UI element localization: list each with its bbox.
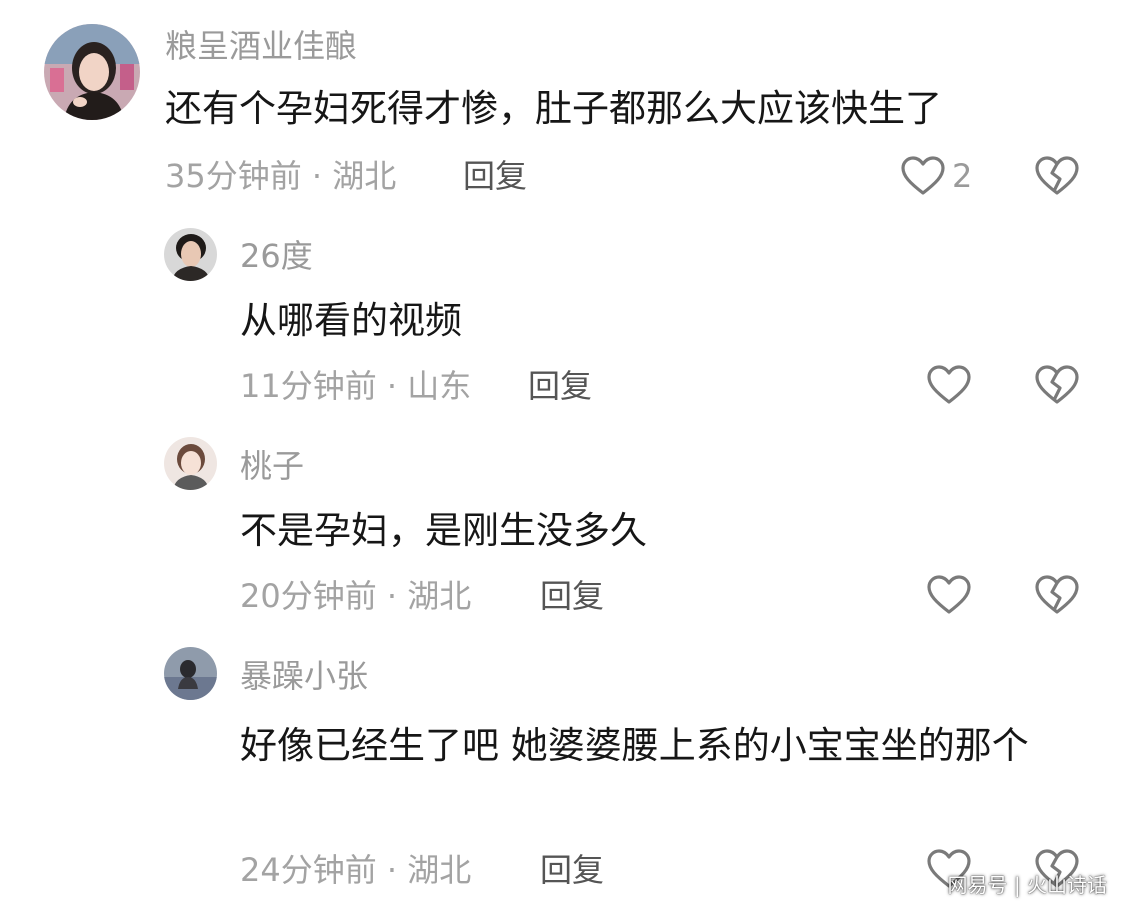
heart-outline-icon[interactable] xyxy=(926,364,972,406)
reply-button[interactable]: 回复 xyxy=(540,576,604,616)
avatar[interactable] xyxy=(164,228,217,281)
username[interactable]: 26度 xyxy=(240,236,313,276)
username[interactable]: 桃子 xyxy=(240,446,304,486)
broken-heart-icon[interactable] xyxy=(1034,155,1080,197)
broken-heart-icon[interactable] xyxy=(1034,364,1080,406)
comment-meta: 24分钟前 · 湖北 xyxy=(240,851,472,889)
comment-meta: 20分钟前 · 湖北 xyxy=(240,577,472,615)
reply-button[interactable]: 回复 xyxy=(463,156,527,196)
reply-button[interactable]: 回复 xyxy=(528,366,592,406)
comment-text: 还有个孕妇死得才惨，肚子都那么大应该快生了 xyxy=(165,87,942,130)
comment-meta: 11分钟前 · 山东 xyxy=(240,367,472,405)
heart-outline-icon[interactable] xyxy=(926,574,972,616)
comment-text: 好像已经生了吧 她婆婆腰上系的小宝宝坐的那个 xyxy=(240,724,1029,767)
username[interactable]: 暴躁小张 xyxy=(240,656,368,696)
comment-meta: 35分钟前 · 湖北 xyxy=(165,157,397,195)
avatar[interactable] xyxy=(44,24,140,120)
avatar[interactable] xyxy=(164,647,217,700)
heart-outline-icon[interactable] xyxy=(900,155,946,197)
watermark: 网易号 | 火山诗话 xyxy=(947,873,1107,897)
avatar[interactable] xyxy=(164,437,217,490)
comment-text: 不是孕妇，是刚生没多久 xyxy=(240,509,647,552)
username[interactable]: 粮呈酒业佳酿 xyxy=(165,26,357,66)
broken-heart-icon[interactable] xyxy=(1034,574,1080,616)
reply-button[interactable]: 回复 xyxy=(540,850,604,890)
like-count: 2 xyxy=(952,157,973,195)
comment-text: 从哪看的视频 xyxy=(240,299,462,342)
